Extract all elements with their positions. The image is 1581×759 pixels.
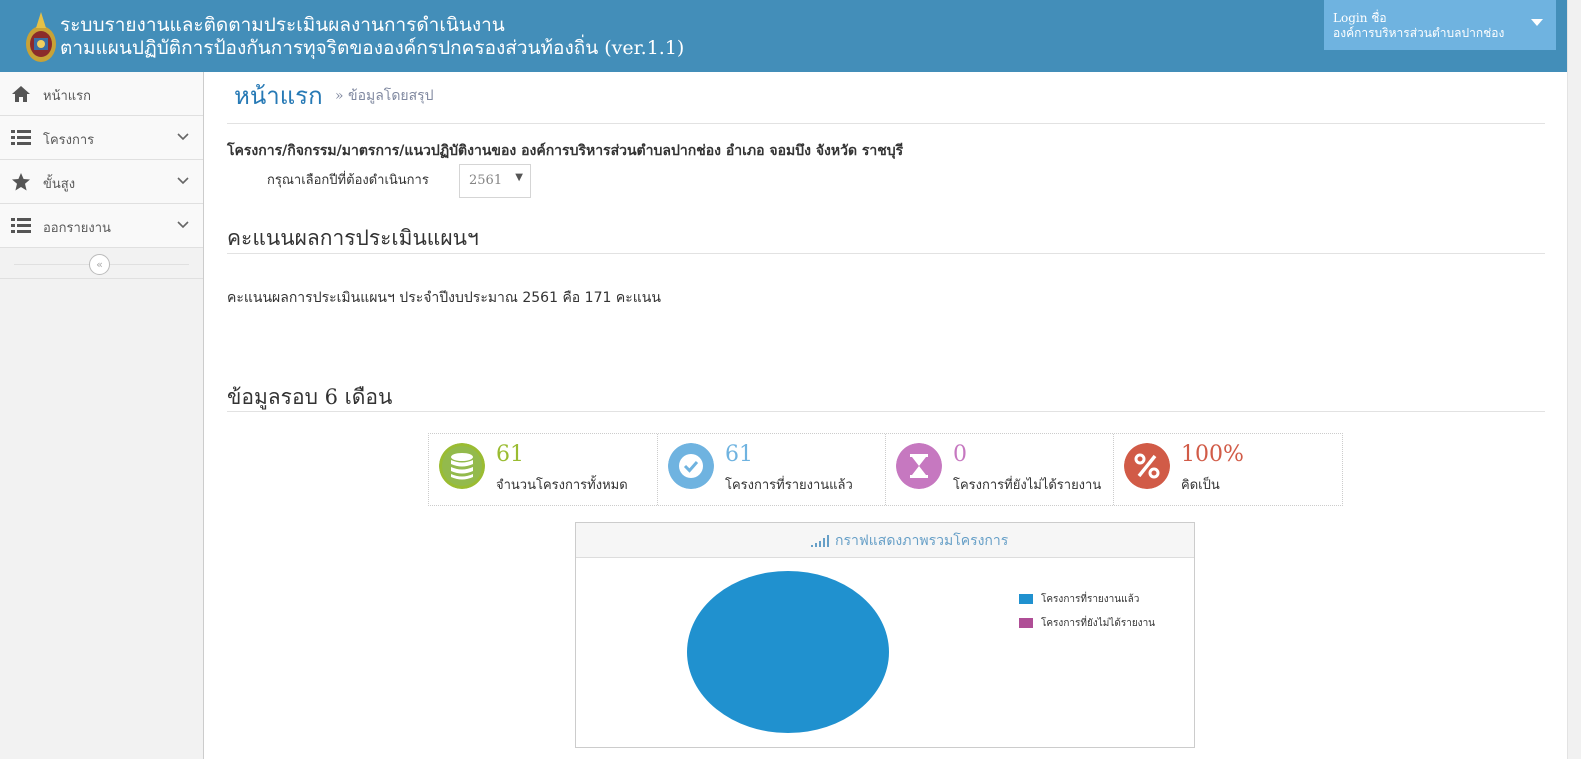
- stat-value: 100%: [1181, 442, 1244, 467]
- chart-widget: กราฟแสดงภาพรวมโครงการ โครงการที่รายงานแล…: [575, 522, 1195, 748]
- score-text: คะแนนผลการประเมินแผนฯ ประจำปีงบประมาณ 25…: [227, 290, 661, 306]
- legend-swatch: [1019, 594, 1033, 604]
- chart-title: กราฟแสดงภาพรวมโครงการ: [835, 533, 1009, 549]
- check-circle-icon: [668, 443, 714, 489]
- sidebar-item-projects[interactable]: โครงการ: [0, 116, 203, 160]
- score-section-title: คะแนนผลการประเมินแผนฯ: [227, 226, 479, 250]
- sidebar-item-home[interactable]: หน้าแรก: [0, 72, 203, 116]
- sidebar: หน้าแรก โครงการ ขั้นสูง ออกรายงาน «: [0, 72, 204, 759]
- project-heading: โครงการ/กิจกรรม/มาตรการ/แนวปฏิบัติงานของ…: [227, 143, 904, 159]
- percent-icon: [1124, 443, 1170, 489]
- list-icon: [11, 218, 31, 233]
- user-name: องค์การบริหารส่วนตำบลปากช่อง: [1333, 26, 1505, 40]
- caret-down-icon: [1531, 19, 1543, 26]
- stats-panel: 61 จำนวนโครงการทั้งหมด 61 โครงการที่รายง…: [428, 433, 1343, 506]
- dropdown-arrow-icon: ▼: [515, 172, 523, 183]
- year-select-label: กรุณาเลือกปีที่ต้องดำเนินการ: [267, 173, 429, 188]
- chart-widget-header: กราฟแสดงภาพรวมโครงการ: [576, 523, 1194, 558]
- legend-item: โครงการที่ยังไม่ได้รายงาน: [1019, 616, 1155, 631]
- stat-total-projects: 61 จำนวนโครงการทั้งหมด: [429, 434, 657, 505]
- chevron-down-icon: [177, 177, 189, 185]
- star-icon: [12, 173, 30, 191]
- stat-caption: คิดเป็น: [1181, 478, 1220, 493]
- page-title: หน้าแรก: [234, 82, 323, 110]
- collapse-sidebar-button[interactable]: «: [89, 254, 110, 275]
- legend-swatch: [1019, 618, 1033, 628]
- emblem-logo: [26, 12, 56, 62]
- hourglass-icon: [896, 443, 942, 489]
- stat-value: 61: [496, 442, 524, 467]
- pie-slice: [687, 571, 889, 733]
- sidebar-item-label: ขั้นสูง: [43, 177, 76, 192]
- stat-unreported-projects: 0 โครงการที่ยังไม่ได้รายงาน: [885, 434, 1114, 505]
- sidebar-item-reports[interactable]: ออกรายงาน: [0, 204, 203, 248]
- user-menu[interactable]: Login ชื่อ องค์การบริหารส่วนตำบลปากช่อง: [1324, 0, 1556, 50]
- sidebar-item-label: ออกรายงาน: [43, 221, 111, 236]
- chevron-down-icon: [177, 221, 189, 229]
- six-month-section-title: ข้อมูลรอบ 6 เดือน: [227, 385, 393, 409]
- divider: [227, 411, 1545, 412]
- list-icon: [11, 130, 31, 145]
- stat-percentage: 100% คิดเป็น: [1113, 434, 1342, 505]
- signal-bars-icon: [811, 535, 829, 547]
- home-icon: [12, 86, 30, 102]
- main-content: หน้าแรก » ข้อมูลโดยสรุป โครงการ/กิจกรรม/…: [204, 72, 1567, 759]
- legend-label: โครงการที่ยังไม่ได้รายงาน: [1041, 618, 1156, 629]
- stat-caption: โครงการที่ยังไม่ได้รายงาน: [953, 478, 1102, 493]
- sidebar-item-advanced[interactable]: ขั้นสูง: [0, 160, 203, 204]
- divider: [227, 253, 1545, 254]
- divider: [227, 123, 1545, 124]
- breadcrumb: » ข้อมูลโดยสรุป: [335, 88, 434, 104]
- year-select-value: 2561: [469, 173, 503, 188]
- chevron-down-icon: [177, 133, 189, 141]
- app-title-line2: ตามแผนปฏิบัติการป้องกันการทุจริตขององค์ก…: [60, 37, 685, 59]
- sidebar-item-label: หน้าแรก: [43, 89, 91, 104]
- vertical-scrollbar[interactable]: [1567, 0, 1581, 759]
- stat-value: 61: [725, 442, 753, 467]
- chart-title-row: กราฟแสดงภาพรวมโครงการ: [811, 530, 1008, 552]
- database-icon: [439, 443, 485, 489]
- sidebar-item-label: โครงการ: [43, 133, 95, 148]
- legend-label: โครงการที่รายงานแล้ว: [1041, 594, 1140, 605]
- stat-caption: จำนวนโครงการทั้งหมด: [496, 478, 628, 493]
- stat-caption: โครงการที่รายงานแล้ว: [725, 478, 853, 493]
- top-navbar: ระบบรายงานและติดตามประเมินผลงานการดำเนิน…: [0, 0, 1567, 72]
- year-select[interactable]: 2561 ▼: [459, 164, 531, 198]
- stat-value: 0: [953, 442, 967, 467]
- legend-item: โครงการที่รายงานแล้ว: [1019, 592, 1139, 607]
- pie-chart: [687, 571, 889, 733]
- sidebar-collapse-row: «: [0, 248, 203, 279]
- stat-reported-projects: 61 โครงการที่รายงานแล้ว: [657, 434, 886, 505]
